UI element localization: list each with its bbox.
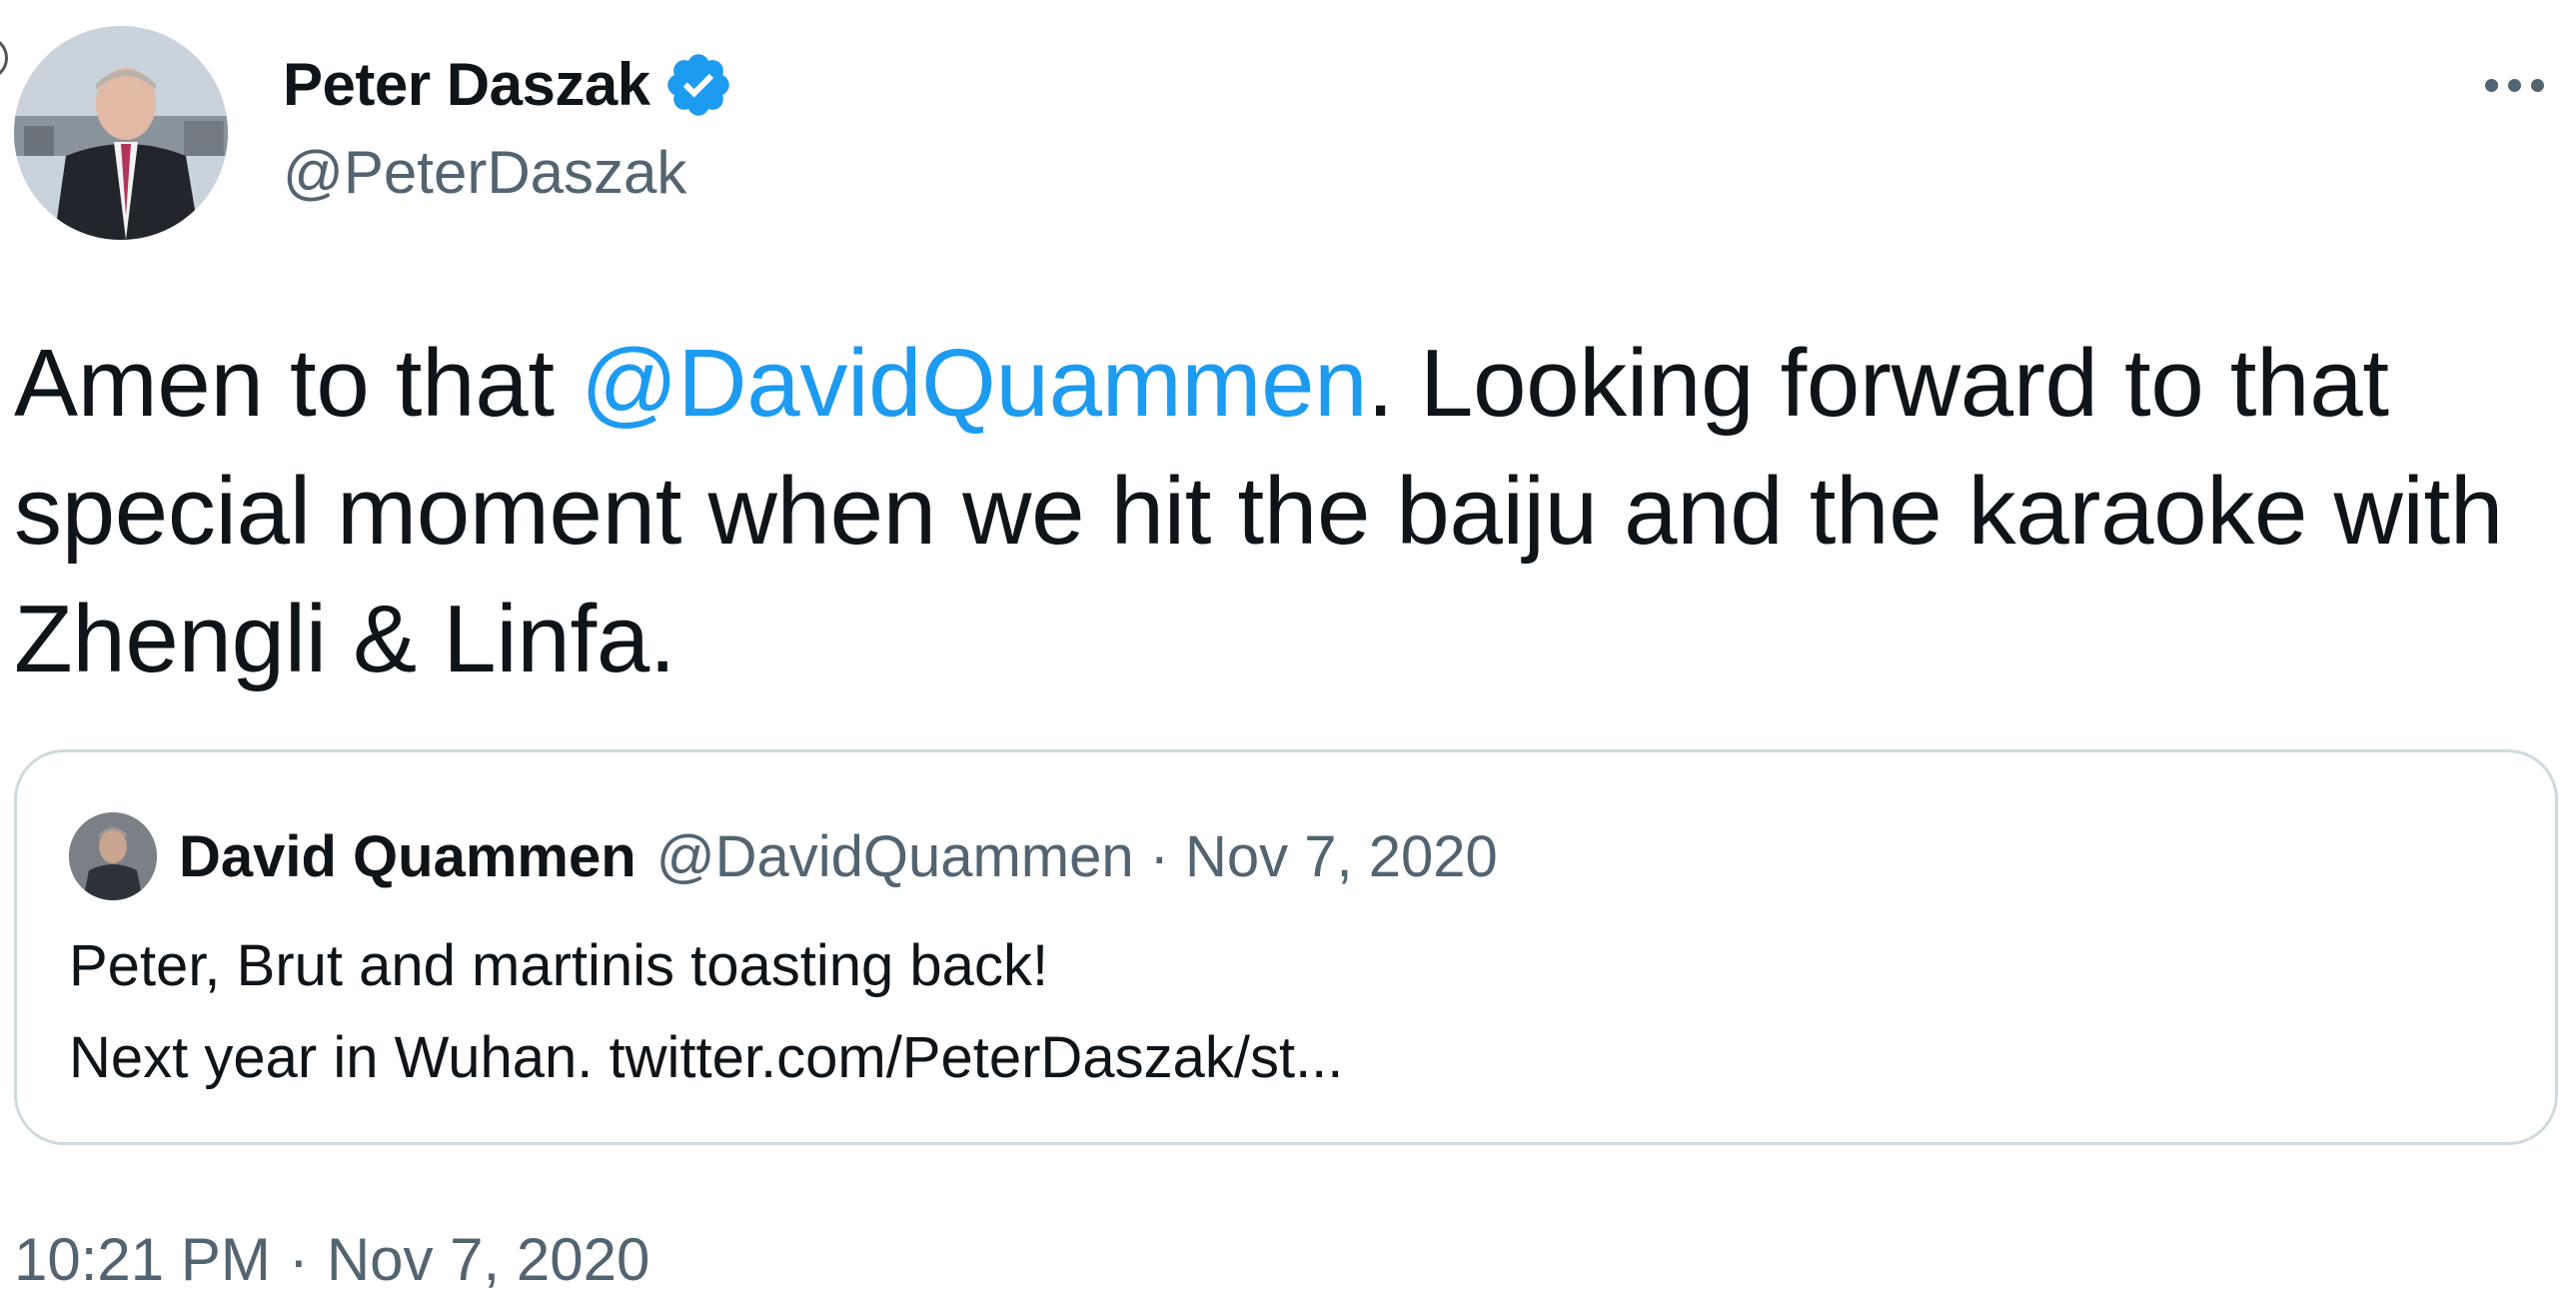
- tweet-timestamp[interactable]: 10:21 PM · Nov 7, 2020: [14, 1225, 649, 1294]
- avatar-photo: [14, 26, 228, 240]
- author-name[interactable]: Peter Daszak: [283, 48, 650, 122]
- quoted-author-avatar[interactable]: [69, 812, 157, 900]
- tweet-text: Amen to that @DavidQuammen. Looking forw…: [14, 320, 2512, 703]
- quoted-text-line: Peter, Brut and martinis toasting back!: [69, 933, 1049, 998]
- more-dot-icon: [2484, 78, 2498, 92]
- clipped-edge-icon: [0, 36, 8, 80]
- more-dot-icon: [2530, 78, 2544, 92]
- verified-badge-icon: [666, 54, 729, 116]
- timestamp-separator: ·: [288, 1226, 309, 1293]
- quoted-date: Nov 7, 2020: [1184, 823, 1498, 889]
- tweet-time: 10:21 PM: [14, 1226, 271, 1293]
- quoted-tweet-header: David Quammen @DavidQuammen · Nov 7, 202…: [69, 810, 1498, 902]
- quoted-separator: ·: [1149, 823, 1169, 889]
- quoted-tweet-card[interactable]: David Quammen @DavidQuammen · Nov 7, 202…: [14, 749, 2558, 1145]
- quoted-author-name: David Quammen: [179, 823, 637, 889]
- quoted-avatar-photo: [69, 812, 157, 900]
- tweet: Peter Daszak @PeterDaszak Amen to that @…: [0, 0, 2576, 1307]
- quoted-text-line: Next year in Wuhan. twitter.com/PeterDas…: [69, 1025, 1344, 1090]
- author-avatar[interactable]: [14, 26, 228, 240]
- more-options-button[interactable]: [2466, 50, 2562, 120]
- quoted-author-handle: @DavidQuammen: [655, 823, 1134, 889]
- quoted-tweet-text: Peter, Brut and martinis toasting back! …: [69, 920, 2507, 1104]
- tweet-date: Nov 7, 2020: [326, 1226, 650, 1293]
- author-handle[interactable]: @PeterDaszak: [283, 136, 686, 210]
- more-dot-icon: [2507, 78, 2521, 92]
- author-name-row: Peter Daszak: [283, 48, 734, 122]
- mention-link[interactable]: @DavidQuammen: [581, 330, 1367, 437]
- tweet-text-start: Amen to that: [14, 330, 582, 437]
